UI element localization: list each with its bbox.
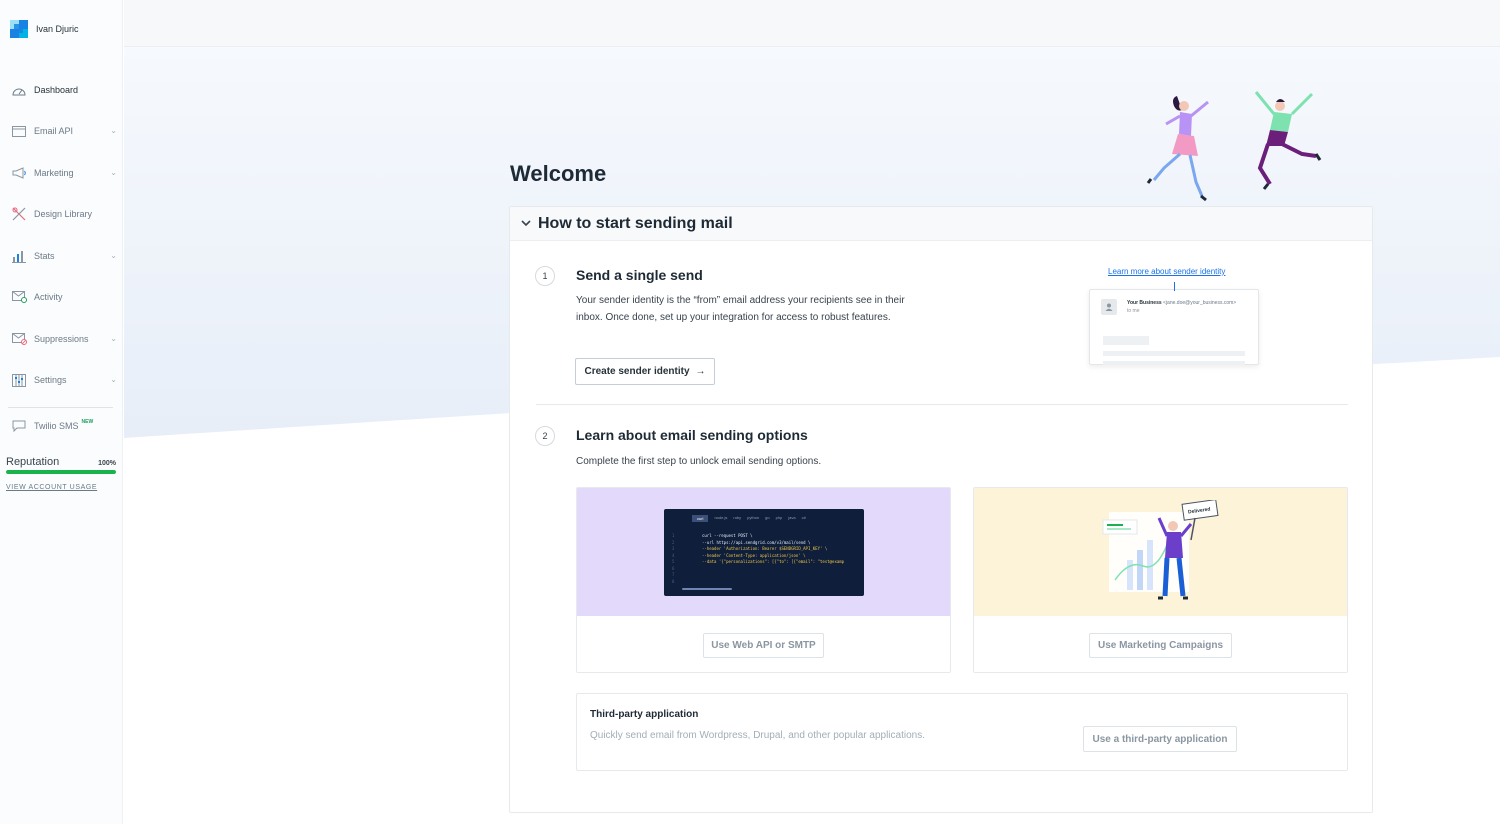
sidebar-item-label: Marketing	[34, 168, 74, 178]
chevron-down-icon: ⌄	[110, 334, 117, 343]
reputation-bar-fill	[6, 470, 116, 474]
section-title: How to start sending mail	[538, 214, 733, 232]
sidebar-item-twilio-sms[interactable]: Twilio SMS NEW	[0, 414, 123, 438]
code-tab: curl	[692, 515, 709, 522]
placeholder-line	[1103, 361, 1245, 365]
code-illustration: curl node.js ruby python go php java c# …	[577, 488, 950, 616]
code-line: --header 'Authorization: Bearer $SENDGRI…	[702, 546, 828, 551]
mail-activity-icon	[11, 290, 27, 304]
learn-more-sender-identity-link[interactable]: Learn more about sender identity	[1108, 267, 1225, 276]
code-tab: node.js	[714, 515, 728, 520]
marketing-illustration: Delivered	[974, 488, 1347, 616]
top-bar	[124, 0, 1500, 47]
code-line: --data '{"personalizations": [{"to": [{"…	[702, 559, 845, 564]
reputation-bar	[6, 470, 116, 474]
sidebar-item-label: Stats	[34, 251, 55, 261]
user-avatar-icon	[1101, 299, 1117, 315]
account-switcher[interactable]: Ivan Djuric	[10, 20, 79, 38]
chevron-down-icon: ⌄	[110, 168, 117, 177]
step-title: Send a single send	[576, 267, 703, 283]
code-tab: java	[788, 515, 796, 520]
sidebar-item-dashboard[interactable]: Dashboard	[0, 78, 123, 102]
step-title: Learn about email sending options	[576, 427, 808, 443]
code-tab: python	[747, 515, 760, 520]
getting-started-card: How to start sending mail 1 Send a singl…	[509, 206, 1373, 813]
third-party-description: Quickly send email from Wordpress, Drupa…	[590, 730, 925, 741]
megaphone-icon	[11, 166, 27, 180]
chevron-down-icon: ⌄	[110, 126, 117, 135]
code-tab: c#	[801, 515, 806, 520]
sidebar-item-settings[interactable]: Settings ⌄	[0, 368, 123, 392]
account-name: Ivan Djuric	[36, 24, 79, 34]
sendgrid-logo-icon	[10, 20, 28, 38]
gauge-icon	[11, 83, 27, 97]
chat-icon	[11, 419, 27, 433]
placeholder-line	[1103, 351, 1245, 356]
preview-business: Your Business	[1127, 300, 1162, 306]
third-party-title: Third-party application	[590, 709, 699, 720]
sidebar: Ivan Djuric Dashboard Email API ⌄ Market…	[0, 0, 123, 824]
sidebar-item-activity[interactable]: Activity	[0, 285, 123, 309]
sidebar-item-label: Suppressions	[34, 334, 89, 344]
sidebar-item-label: Settings	[34, 375, 67, 385]
sidebar-item-label: Design Library	[34, 209, 93, 219]
step-divider	[536, 404, 1348, 405]
new-badge: NEW	[81, 419, 94, 425]
code-scrollbar	[682, 588, 732, 590]
celebration-illustration	[1146, 91, 1322, 202]
use-marketing-campaigns-button[interactable]: Use Marketing Campaigns	[1089, 633, 1232, 658]
callout-line	[1174, 282, 1175, 291]
sidebar-divider	[8, 407, 113, 408]
step-description: Complete the first step to unlock email …	[576, 456, 822, 467]
main-content: Welcome How to start sending mail 1 Send…	[124, 0, 1500, 824]
tools-icon	[11, 207, 27, 221]
reputation-meter: Reputation 100% VIEW ACCOUNT USAGE	[6, 456, 116, 491]
code-tab: go	[765, 515, 770, 520]
placeholder-line	[1103, 336, 1149, 345]
step-number: 1	[535, 266, 555, 286]
preview-to: to me	[1127, 308, 1140, 314]
section-toggle[interactable]: How to start sending mail	[510, 207, 1372, 241]
sidebar-item-stats[interactable]: Stats ⌄	[0, 244, 123, 268]
code-tab: ruby	[733, 515, 742, 520]
chevron-down-icon: ⌄	[110, 375, 117, 384]
reputation-value: 100%	[98, 460, 116, 467]
sliders-icon	[11, 373, 27, 387]
create-sender-identity-button[interactable]: Create sender identity →	[575, 358, 715, 385]
view-account-usage-link[interactable]: VIEW ACCOUNT USAGE	[6, 484, 116, 491]
button-label: Create sender identity	[584, 366, 690, 377]
chart-person-illustration	[1102, 500, 1219, 600]
code-tab: php	[775, 515, 783, 520]
third-party-option: Third-party application Quickly send ema…	[576, 693, 1348, 771]
step-number: 2	[535, 426, 555, 446]
mail-block-icon	[11, 332, 27, 346]
sidebar-item-email-api[interactable]: Email API ⌄	[0, 119, 123, 143]
chevron-down-icon	[521, 218, 531, 230]
preview-sender: Your Business <jane.doe@your_business.co…	[1127, 300, 1236, 306]
use-third-party-button[interactable]: Use a third-party application	[1083, 726, 1237, 752]
sidebar-item-label: Twilio SMS	[34, 421, 79, 431]
sidebar-item-label: Dashboard	[34, 85, 79, 95]
use-web-api-button[interactable]: Use Web API or SMTP	[703, 633, 824, 658]
code-line-numbers: 1 2 3 4 5 6 7 8	[672, 533, 675, 584]
step-description: Your sender identity is the “from” email…	[576, 295, 905, 323]
chevron-down-icon: ⌄	[110, 251, 117, 260]
code-window: curl node.js ruby python go php java c# …	[664, 509, 864, 596]
arrow-right-icon: →	[695, 366, 706, 377]
code-snippet: curl --request POST \ --url https://api.s…	[702, 533, 844, 566]
option-marketing-campaigns: Delivered Use Marketing Campaigns	[973, 487, 1348, 673]
sidebar-item-label: Activity	[34, 292, 63, 302]
email-preview: Your Business <jane.doe@your_business.co…	[1089, 282, 1259, 365]
page-title: Welcome	[510, 161, 607, 186]
sidebar-item-suppressions[interactable]: Suppressions ⌄	[0, 327, 123, 351]
preview-email: <jane.doe@your_business.com>	[1163, 300, 1237, 306]
sidebar-item-marketing[interactable]: Marketing ⌄	[0, 161, 123, 185]
sidebar-item-label: Email API	[34, 126, 74, 136]
sidebar-item-design-library[interactable]: Design Library	[0, 202, 123, 226]
option-web-api: curl node.js ruby python go php java c# …	[576, 487, 951, 673]
code-language-tabs: curl node.js ruby python go php java c#	[692, 515, 806, 522]
bar-chart-icon	[11, 249, 27, 263]
browser-icon	[11, 124, 27, 138]
reputation-label: Reputation	[6, 456, 60, 468]
